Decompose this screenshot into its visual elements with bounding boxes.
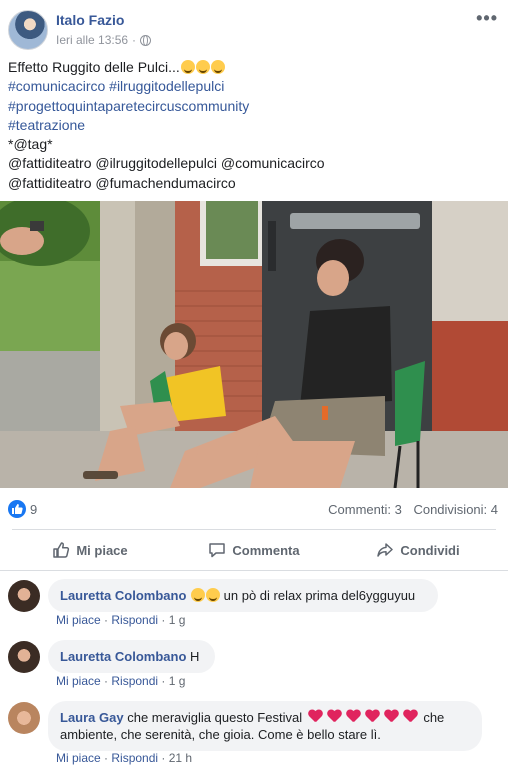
comment-actions: Mi piace · Rispondi · 1 g xyxy=(56,613,186,627)
comment-like-link[interactable]: Mi piace xyxy=(56,613,101,627)
comment-actions: Mi piace · Rispondi · 1 g xyxy=(56,674,186,688)
post-header: Italo Fazio Ieri alle 13:56 · ••• xyxy=(8,8,500,52)
mentions-line: @fattiditeatro @fumachendumacirco xyxy=(8,174,236,191)
meta-separator: · xyxy=(132,33,137,47)
share-button[interactable]: Condividi xyxy=(336,533,500,567)
mentions-line: @fattiditeatro @ilruggitodellepulci @com… xyxy=(8,155,325,172)
author-avatar[interactable] xyxy=(8,10,48,50)
thumbs-up-icon xyxy=(53,542,70,558)
share-icon xyxy=(377,543,394,557)
post-timestamp[interactable]: Ieri alle 13:56 xyxy=(56,33,128,47)
like-button-label: Mi piace xyxy=(76,542,128,558)
comment-reply-link[interactable]: Rispondi xyxy=(111,613,158,627)
tag-line: *@tag* xyxy=(8,136,53,153)
comment-text: ambiente, che serenità, che gioia. Come … xyxy=(60,727,381,742)
comment-time[interactable]: 21 h xyxy=(169,751,192,765)
like-reaction-icon[interactable] xyxy=(8,500,26,518)
hashtag-line[interactable]: #progettoquintaparetecircuscommunity xyxy=(8,97,498,116)
reactions-summary: 9 Commenti: 3 Condivisioni: 4 xyxy=(8,498,500,520)
comment-bubble: Lauretta Colombano H xyxy=(48,640,215,673)
like-count[interactable]: 9 xyxy=(30,502,37,517)
post-meta: Ieri alle 13:56 · xyxy=(56,33,152,47)
comment-reply-link[interactable]: Rispondi xyxy=(111,751,158,765)
hashtag-line[interactable]: #comunicacirco #ilruggitodellepulci xyxy=(8,77,498,96)
heart-icon xyxy=(346,710,361,724)
comment-text: un pò di relax prima del6ygguyuu xyxy=(223,588,416,603)
comment-like-link[interactable]: Mi piace xyxy=(56,674,101,688)
commenter-avatar[interactable] xyxy=(8,580,40,612)
comment-like-link[interactable]: Mi piace xyxy=(56,751,101,765)
tears-of-joy-emoji-icon xyxy=(206,588,221,602)
comment-actions: Mi piace · Rispondi · 21 h xyxy=(56,751,193,765)
heart-icon xyxy=(403,710,418,724)
post-action-bar: Mi piace Commenta Condividi xyxy=(8,533,500,567)
comment-time[interactable]: 1 g xyxy=(169,613,186,627)
share-button-label: Condividi xyxy=(400,542,460,558)
comment-item: Laura Gay che meraviglia questo Festival… xyxy=(8,701,500,765)
comment-reply-link[interactable]: Rispondi xyxy=(111,674,158,688)
heart-icon xyxy=(327,710,342,724)
heart-icon xyxy=(365,710,380,724)
smile-emoji-icon xyxy=(210,60,225,74)
post-caption: Effetto Ruggito delle Pulci... xyxy=(8,59,180,75)
post-text: Effetto Ruggito delle Pulci... #comunica… xyxy=(8,58,498,193)
comment-text: che xyxy=(423,710,445,725)
heart-icon xyxy=(308,710,323,724)
commenter-name[interactable]: Lauretta Colombano xyxy=(60,649,186,664)
comment-time[interactable]: 1 g xyxy=(169,674,186,688)
commenter-avatar[interactable] xyxy=(8,702,40,734)
post-text-line: Effetto Ruggito delle Pulci... xyxy=(8,58,498,77)
tears-of-joy-emoji-icon xyxy=(191,588,206,602)
comments-count[interactable]: Commenti: 3 xyxy=(328,502,402,517)
engagement-stats: Commenti: 3 Condivisioni: 4 xyxy=(328,502,498,517)
commenter-name[interactable]: Lauretta Colombano xyxy=(60,588,186,603)
comment-text: H xyxy=(190,649,200,664)
hashtag-line[interactable]: #teatrazione xyxy=(8,116,498,135)
comment-text: che meraviglia questo Festival xyxy=(127,710,303,725)
commenter-name[interactable]: Laura Gay xyxy=(60,710,124,725)
laughing-emoji-icon xyxy=(180,60,195,74)
comment-button[interactable]: Commenta xyxy=(172,533,336,567)
comment-icon xyxy=(209,543,226,558)
author-name[interactable]: Italo Fazio xyxy=(56,12,124,28)
commenter-avatar[interactable] xyxy=(8,641,40,673)
more-options-icon[interactable]: ••• xyxy=(476,8,498,29)
photo-illustration xyxy=(0,201,508,488)
comment-bubble: Laura Gay che meraviglia questo Festival… xyxy=(48,701,482,751)
divider xyxy=(0,570,508,571)
shares-count[interactable]: Condivisioni: 4 xyxy=(413,502,498,517)
comment-bubble: Lauretta Colombano un pò di relax prima … xyxy=(48,579,438,612)
like-button[interactable]: Mi piace xyxy=(8,533,172,567)
post-photo[interactable] xyxy=(0,201,508,488)
heart-icon xyxy=(384,710,399,724)
comment-button-label: Commenta xyxy=(232,542,300,558)
globe-icon xyxy=(140,34,152,46)
divider xyxy=(12,529,496,530)
comment-item: Lauretta Colombano un pò di relax prima … xyxy=(8,579,500,635)
wink-emoji-icon xyxy=(195,60,210,74)
comment-item: Lauretta Colombano H Mi piace · Rispondi… xyxy=(8,640,500,696)
